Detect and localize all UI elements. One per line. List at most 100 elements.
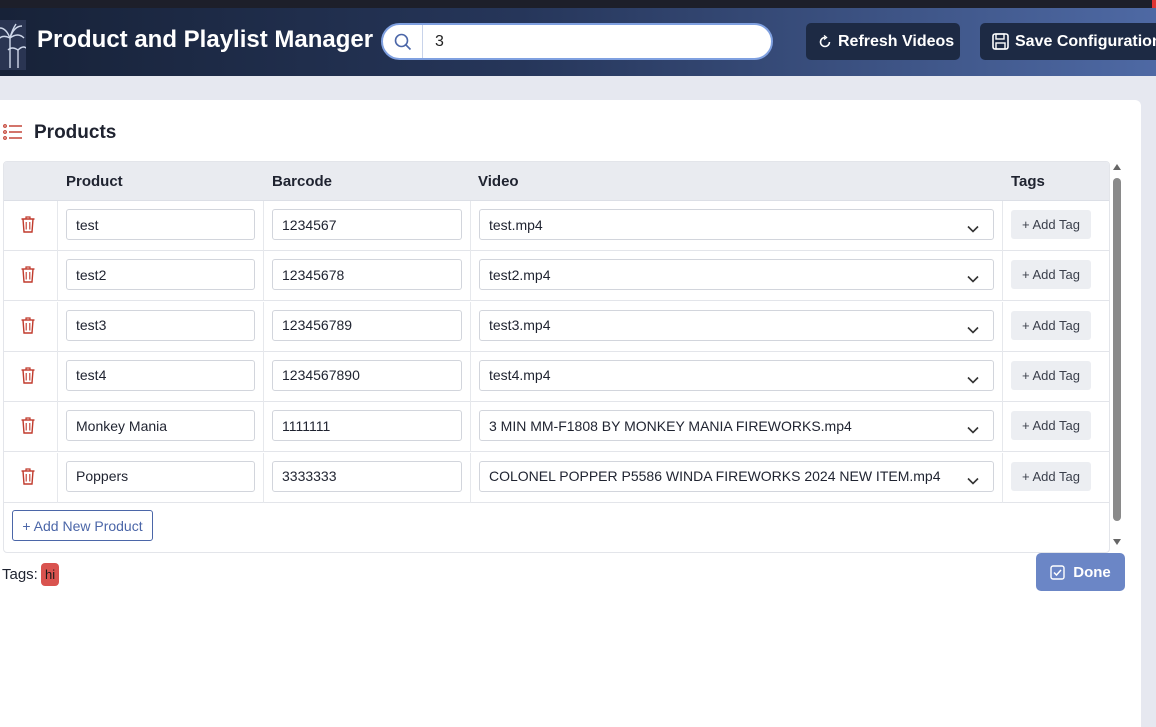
refresh-videos-button[interactable]: Refresh Videos [806, 23, 960, 60]
add-tag-button[interactable]: + Add Tag [1011, 461, 1091, 491]
video-select-value: COLONEL POPPER P5586 WINDA FIREWORKS 202… [489, 468, 941, 484]
search-input[interactable] [424, 25, 764, 58]
column-divider [57, 402, 58, 453]
trash-icon[interactable] [21, 216, 35, 238]
save-configuration-label: Save Configuration [1015, 32, 1156, 50]
products-table: Product Barcode Video Tags test 1234567 te… [3, 161, 1110, 553]
barcode-input[interactable]: 1234567 [272, 209, 462, 240]
column-divider [470, 251, 471, 302]
chevron-down-icon [967, 472, 979, 488]
column-header-barcode: Barcode [272, 173, 333, 190]
column-divider [470, 301, 471, 352]
trash-icon[interactable] [21, 417, 35, 439]
check-square-icon [1050, 564, 1065, 580]
product-name-input[interactable]: test3 [66, 309, 255, 341]
save-icon [992, 33, 1009, 50]
column-divider [263, 351, 264, 402]
logo-icon [0, 20, 29, 70]
column-divider [470, 402, 471, 453]
column-divider [1002, 452, 1003, 503]
trash-icon[interactable] [21, 266, 35, 288]
product-name-input[interactable]: Poppers [66, 460, 255, 492]
video-select[interactable]: test2.mp4 [479, 259, 994, 291]
column-divider [263, 402, 264, 453]
add-tag-button[interactable]: + Add Tag [1011, 210, 1091, 239]
app-header: Product and Playlist Manager Refresh Vid… [0, 8, 1156, 76]
save-configuration-button[interactable]: Save Configuration [980, 23, 1156, 60]
add-tag-button[interactable]: + Add Tag [1011, 310, 1091, 340]
done-label: Done [1073, 563, 1111, 581]
add-tag-button[interactable]: + Add Tag [1011, 260, 1091, 290]
barcode-input[interactable]: 123456789 [272, 309, 462, 341]
column-divider [470, 452, 471, 503]
barcode-input[interactable]: 1234567890 [272, 359, 462, 391]
column-divider [263, 301, 264, 352]
product-name-input[interactable]: test2 [66, 259, 255, 291]
refresh-icon [819, 34, 831, 47]
video-select[interactable]: test4.mp4 [479, 359, 994, 391]
product-name-input[interactable]: test4 [66, 359, 255, 391]
barcode-input[interactable]: 3333333 [272, 460, 462, 492]
column-divider [1002, 251, 1003, 302]
column-divider [1002, 201, 1003, 251]
tags-label: Tags: [2, 566, 38, 583]
search-box[interactable] [381, 23, 773, 60]
search-icon [383, 25, 423, 58]
table-row: Poppers 3333333 COLONEL POPPER P5586 WINDA… [4, 452, 1109, 503]
window-edge-mark [1152, 0, 1156, 8]
scroll-down-arrow[interactable] [1113, 539, 1121, 545]
add-new-product-button[interactable]: + Add New Product [12, 510, 153, 541]
column-divider [1002, 351, 1003, 402]
video-select-value: test2.mp4 [489, 266, 551, 283]
column-divider [57, 452, 58, 503]
table-scrollbar[interactable] [1111, 161, 1123, 553]
table-row: test3 123456789 test3.mp4 + Add Tag [4, 301, 1109, 352]
barcode-input[interactable]: 1111111 [272, 410, 462, 442]
refresh-videos-label: Refresh Videos [838, 32, 955, 50]
product-name-input[interactable]: test [66, 209, 255, 240]
table-row: Monkey Mania 1111111 3 MIN MM-F1808 BY MON… [4, 402, 1109, 453]
done-button[interactable]: Done [1036, 553, 1125, 591]
column-divider [263, 452, 264, 503]
chevron-down-icon [967, 321, 979, 337]
scroll-thumb[interactable] [1113, 178, 1121, 521]
column-divider [57, 351, 58, 402]
tag-chip[interactable]: hi [41, 563, 60, 586]
column-header-product: Product [66, 173, 123, 190]
column-divider [1002, 402, 1003, 453]
add-tag-button[interactable]: + Add Tag [1011, 411, 1091, 441]
column-divider [470, 201, 471, 251]
trash-icon[interactable] [21, 367, 35, 389]
table-row: test 1234567 test.mp4 + Add Tag [4, 201, 1109, 251]
column-divider [263, 251, 264, 302]
trash-icon[interactable] [21, 467, 35, 490]
products-panel: Products Product Barcode Video Tags test… [0, 100, 1141, 727]
video-select-value: test.mp4 [489, 216, 543, 233]
product-name-input[interactable]: Monkey Mania [66, 410, 255, 442]
column-divider [57, 201, 58, 251]
panel-title: Products [34, 122, 117, 143]
column-divider [263, 201, 264, 251]
column-divider [57, 251, 58, 302]
column-divider [1002, 301, 1003, 352]
table-row: test2 12345678 test2.mp4 + Add Tag [4, 251, 1109, 302]
column-header-video: Video [478, 173, 519, 190]
video-select[interactable]: test.mp4 [479, 209, 994, 240]
table-header: Product Barcode Video Tags [4, 162, 1109, 201]
chevron-down-icon [967, 270, 979, 286]
window-top-strip [0, 0, 1156, 8]
trash-icon[interactable] [21, 316, 35, 339]
barcode-input[interactable]: 12345678 [272, 259, 462, 291]
video-select[interactable]: test3.mp4 [479, 309, 994, 341]
app-title: Product and Playlist Manager [37, 26, 374, 53]
video-select-value: test4.mp4 [489, 367, 551, 384]
chevron-down-icon [967, 371, 979, 387]
video-select[interactable]: COLONEL POPPER P5586 WINDA FIREWORKS 202… [479, 460, 994, 492]
chevron-down-icon [967, 421, 979, 437]
scroll-up-arrow[interactable] [1113, 164, 1121, 170]
column-header-tags: Tags [1011, 173, 1045, 190]
table-row: test4 1234567890 test4.mp4 + Add Tag [4, 351, 1109, 402]
video-select[interactable]: 3 MIN MM-F1808 BY MONKEY MANIA FIREWORKS… [479, 410, 994, 442]
add-tag-button[interactable]: + Add Tag [1011, 360, 1091, 390]
list-icon [3, 124, 23, 145]
